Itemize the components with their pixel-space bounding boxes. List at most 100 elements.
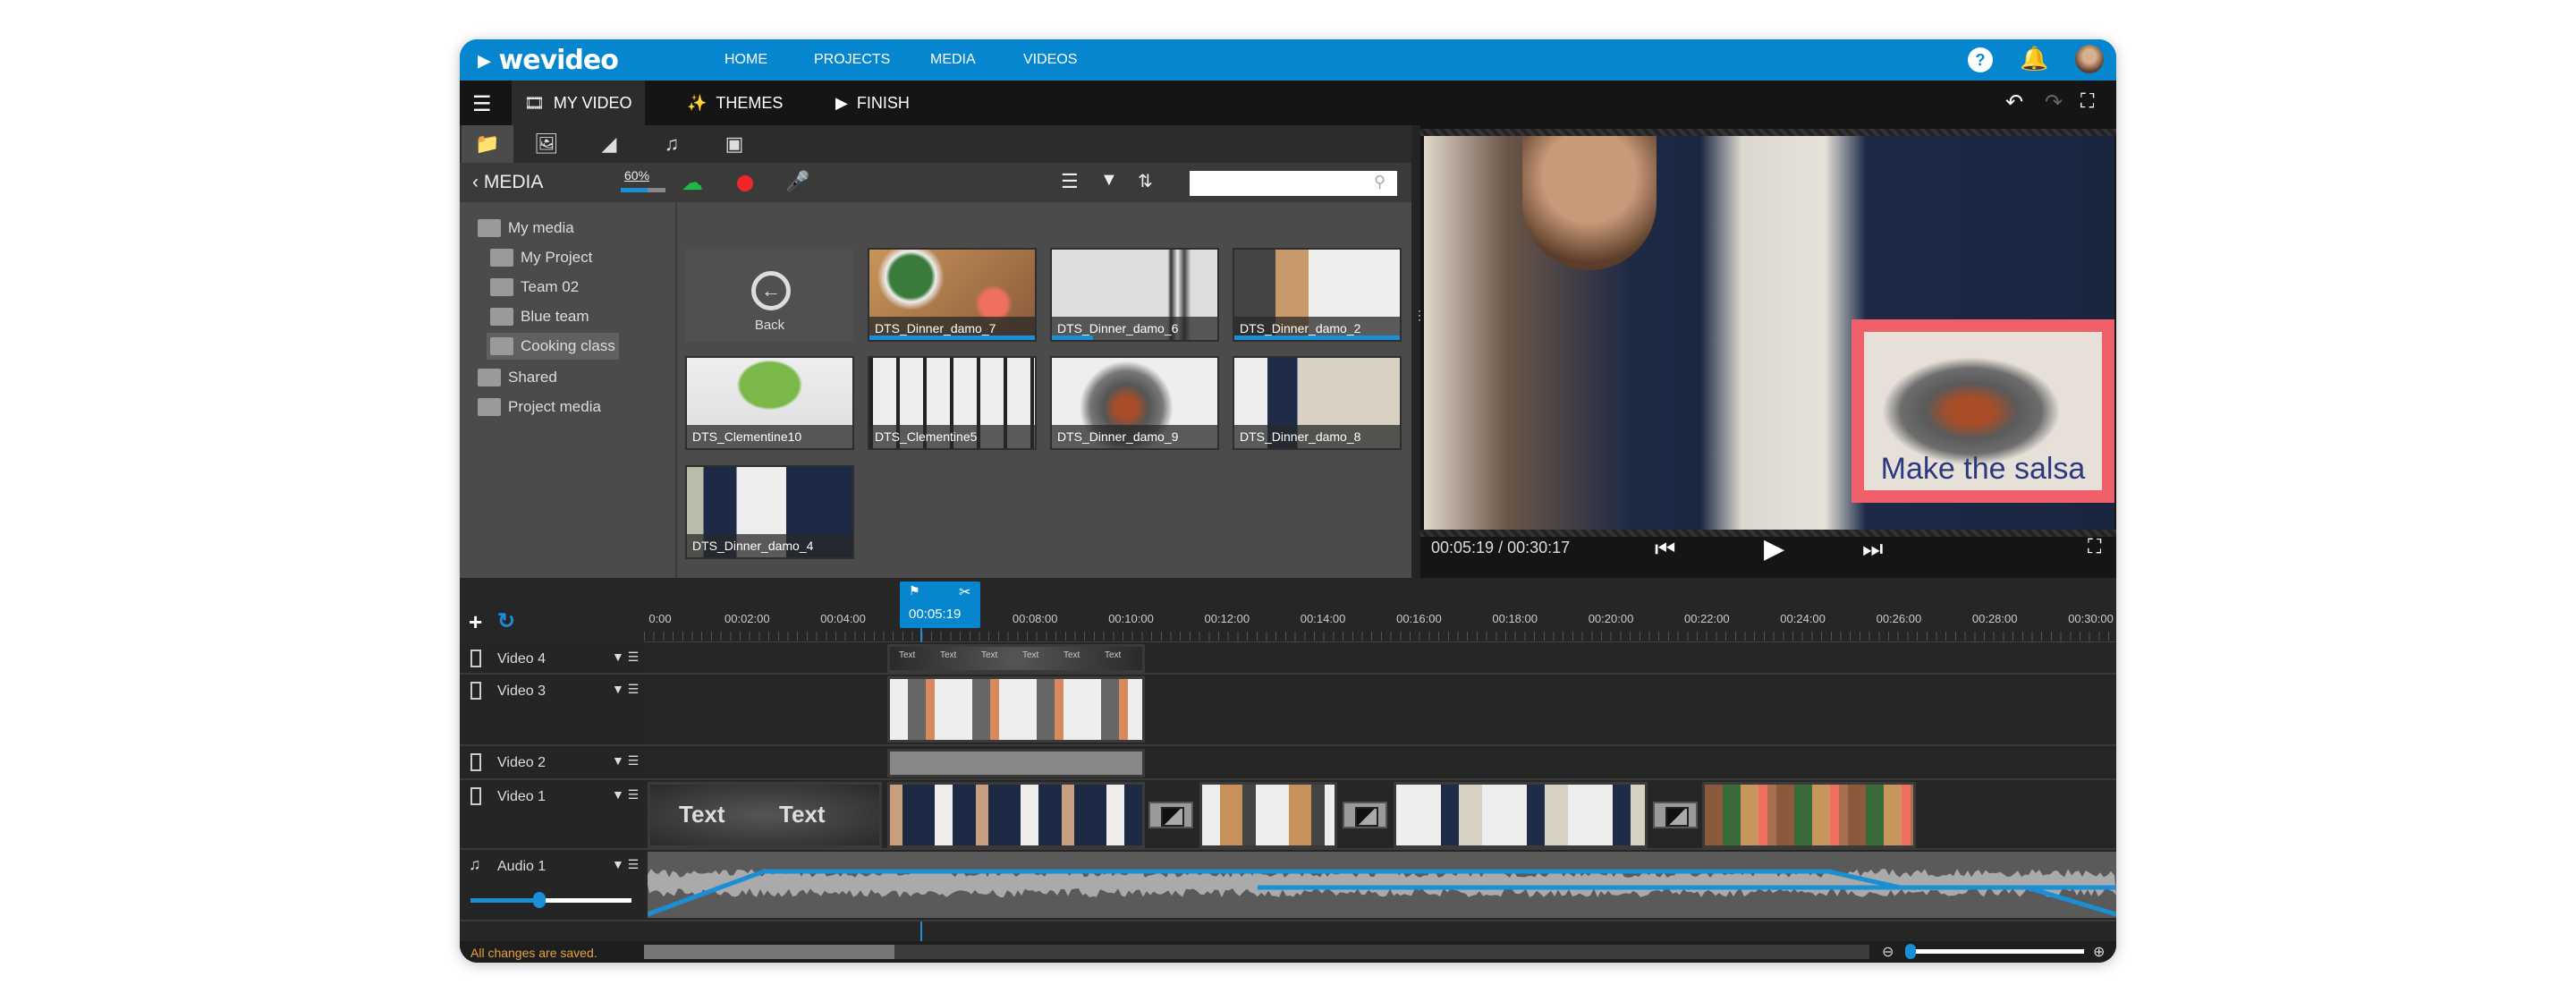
scissors-icon[interactable]: ✂ bbox=[959, 583, 970, 601]
track-lane-video-4[interactable] bbox=[644, 642, 2116, 675]
video2-clip[interactable] bbox=[887, 749, 1145, 777]
audio-waveform-clip[interactable] bbox=[648, 852, 2116, 918]
title-text-clip[interactable]: Text Text bbox=[648, 782, 882, 848]
audio-library-icon[interactable]: ♫ bbox=[646, 125, 698, 163]
volume-handle[interactable] bbox=[533, 892, 546, 908]
folder-tree: My media My Project Team 02 Blue team Cookin… bbox=[460, 202, 677, 578]
folder-item[interactable]: Project media bbox=[474, 394, 605, 420]
text-overlay-icon[interactable]: ▣ bbox=[708, 125, 760, 163]
stock-media-icon[interactable]: 🖼 bbox=[521, 125, 572, 163]
video-clip[interactable] bbox=[1394, 782, 1648, 848]
help-icon[interactable]: ? bbox=[1968, 47, 1993, 72]
folder-item[interactable]: Blue team bbox=[487, 303, 593, 330]
track-menu-icon[interactable]: ▼ ☰ bbox=[612, 787, 639, 802]
avatar[interactable] bbox=[2075, 45, 2104, 73]
media-thumbnail[interactable]: DTS_Dinner_damo_7 bbox=[868, 248, 1037, 342]
media-thumbnail[interactable]: DTS_Dinner_damo_8 bbox=[1233, 356, 1402, 450]
preview-person bbox=[1522, 136, 1657, 270]
overlay-inset[interactable]: Make the salsa bbox=[1852, 319, 2114, 503]
folder-item[interactable]: Shared bbox=[474, 364, 561, 391]
zoom-slider[interactable] bbox=[1909, 949, 2084, 954]
magnet-snap-icon[interactable]: ↻ bbox=[497, 608, 515, 634]
media-thumbnail[interactable]: DTS_Dinner_damo_9 bbox=[1050, 356, 1219, 450]
preview-video-frame[interactable]: Make the salsa bbox=[1424, 136, 2114, 530]
media-thumbnail[interactable]: DTS_Dinner_damo_4 bbox=[685, 465, 854, 559]
media-thumbnail[interactable]: DTS_Dinner_damo_2 bbox=[1233, 248, 1402, 342]
marker-icon[interactable]: ⚑ bbox=[909, 583, 920, 599]
folder-item[interactable]: My media bbox=[474, 215, 578, 242]
track-header-video-2[interactable]: Video 2 ▼ ☰ bbox=[460, 746, 644, 780]
fullscreen-icon[interactable]: ⛶ bbox=[2080, 89, 2094, 113]
add-track-icon[interactable]: + bbox=[469, 608, 482, 636]
microphone-icon[interactable]: 🎤 bbox=[785, 170, 809, 193]
transition-icon[interactable] bbox=[1343, 802, 1387, 828]
media-thumbnail[interactable]: DTS_Dinner_damo_6 bbox=[1050, 248, 1219, 342]
filter-icon[interactable]: ▼ bbox=[1100, 170, 1118, 191]
video-clip[interactable] bbox=[887, 782, 1145, 848]
track-menu-icon[interactable]: ▼ ☰ bbox=[612, 650, 639, 665]
track-header-audio-1[interactable]: ♫ Audio 1 ▼ ☰ bbox=[460, 850, 644, 921]
media-back-link[interactable]: ‹ MEDIA bbox=[472, 172, 543, 193]
track-lane-video-2[interactable] bbox=[644, 746, 2116, 780]
track-header-video-1[interactable]: Video 1 ▼ ☰ bbox=[460, 780, 644, 850]
audio-volume-slider[interactable] bbox=[470, 898, 631, 903]
upload-progress bbox=[1052, 335, 1093, 340]
tab-finish[interactable]: ▶ FINISH bbox=[823, 81, 922, 125]
nav-projects[interactable]: PROJECTS bbox=[814, 52, 890, 68]
transition-icon[interactable] bbox=[1148, 802, 1193, 828]
tab-my-video[interactable]: 🎞 MY VIDEO bbox=[512, 81, 645, 125]
transitions-icon[interactable]: ◢ bbox=[583, 125, 635, 163]
back-tile[interactable]: ← Back bbox=[685, 248, 854, 342]
editor-tabs: ☰ 🎞 MY VIDEO ✨ THEMES ▶ FINISH ↶ ↷ ⛶ bbox=[460, 81, 2116, 125]
video-clip[interactable] bbox=[1199, 782, 1337, 848]
upload-cloud-icon[interactable]: ☁ bbox=[682, 170, 703, 196]
track-header-video-4[interactable]: Video 4 ▼ ☰ bbox=[460, 642, 644, 675]
transition-icon[interactable] bbox=[1653, 802, 1698, 828]
my-media-folder-icon[interactable]: 📁 bbox=[462, 125, 513, 163]
waveform bbox=[648, 852, 2116, 918]
sort-icon[interactable]: ⇅ bbox=[1138, 170, 1153, 192]
folder-item[interactable]: My Project bbox=[487, 244, 596, 271]
track-header-video-3[interactable]: Video 3 ▼ ☰ bbox=[460, 675, 644, 746]
nav-videos[interactable]: VIDEOS bbox=[1023, 52, 1077, 68]
skip-forward-icon[interactable]: ⏭ bbox=[1862, 535, 1883, 564]
play-icon[interactable]: ▶ bbox=[1764, 533, 1784, 565]
ruler-label: 00:18:00 bbox=[1492, 612, 1538, 625]
tab-themes[interactable]: ✨ THEMES bbox=[674, 81, 795, 125]
video-clip[interactable] bbox=[1702, 782, 1916, 848]
track-menu-icon[interactable]: ▼ ☰ bbox=[612, 682, 639, 697]
nav-media[interactable]: MEDIA bbox=[930, 52, 976, 68]
scrollbar-thumb[interactable] bbox=[644, 945, 894, 959]
skip-back-icon[interactable]: ⏮ bbox=[1655, 535, 1675, 564]
zoom-out-icon[interactable]: ⊖ bbox=[1882, 943, 1894, 961]
overlay-video-clip[interactable] bbox=[887, 676, 1145, 743]
bell-icon[interactable]: 🔔 bbox=[2020, 45, 2048, 72]
ruler-label: 00:26:00 bbox=[1877, 612, 1922, 625]
redo-icon[interactable]: ↷ bbox=[2045, 89, 2063, 115]
timeline-scrollbar[interactable] bbox=[644, 945, 1869, 959]
track-lane-video-3[interactable] bbox=[644, 675, 2116, 746]
preview-fullscreen-icon[interactable]: ⛶ bbox=[2088, 535, 2101, 558]
music-note-icon: ♫ bbox=[469, 855, 481, 874]
folder-icon bbox=[478, 219, 501, 237]
zoom-slider-handle[interactable] bbox=[1905, 944, 1916, 959]
undo-icon[interactable]: ↶ bbox=[2005, 89, 2023, 115]
playhead-marker[interactable]: ⚑ ✂ 00:05:19 bbox=[900, 582, 980, 628]
list-view-icon[interactable]: ☰ bbox=[1061, 170, 1079, 193]
track-menu-icon[interactable]: ▼ ☰ bbox=[612, 753, 639, 768]
nav-home[interactable]: HOME bbox=[724, 52, 767, 68]
folder-item[interactable]: Cooking class bbox=[487, 333, 619, 360]
track-menu-icon[interactable]: ▼ ☰ bbox=[612, 857, 639, 872]
zoom-in-icon[interactable]: ⊕ bbox=[2093, 943, 2105, 961]
record-icon[interactable] bbox=[737, 175, 753, 191]
panel-resize-handle[interactable]: ⋮ bbox=[1413, 308, 1426, 323]
time-ruler[interactable]: 0:0000:02:0000:04:0000:06:0000:08:0000:1… bbox=[644, 578, 2116, 642]
hamburger-menu-icon[interactable]: ☰ bbox=[472, 91, 492, 117]
text-clip[interactable]: Text Text Text Text Text Text bbox=[887, 644, 1145, 673]
ruler-label: 00:20:00 bbox=[1589, 612, 1634, 625]
media-thumbnail[interactable]: DTS_Clementine10 bbox=[685, 356, 854, 450]
media-search-input[interactable] bbox=[1190, 171, 1397, 196]
media-thumbnail[interactable]: DTS_Clementine5 bbox=[868, 356, 1037, 450]
folder-item[interactable]: Team 02 bbox=[487, 274, 582, 301]
wevideo-logo[interactable]: ▸ wevideo bbox=[478, 45, 618, 76]
